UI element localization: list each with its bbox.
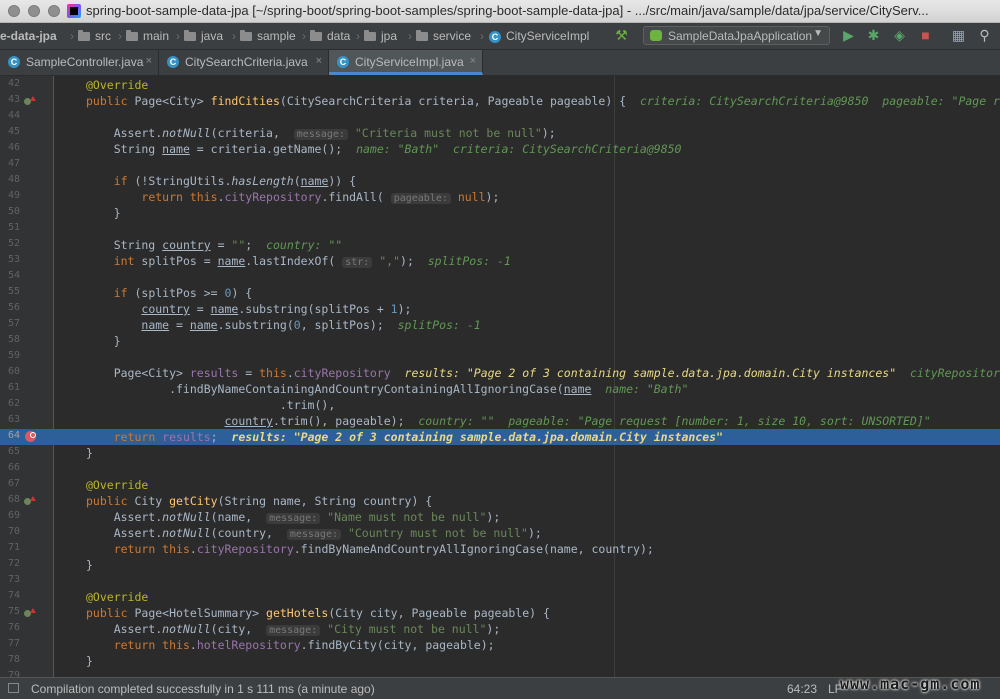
breadcrumb-separator: › bbox=[232, 29, 236, 43]
intellij-icon bbox=[67, 4, 81, 18]
code-line[interactable]: 75 public Page<HotelSummary> getHotels(C… bbox=[0, 605, 1000, 621]
code-line[interactable]: 72 } bbox=[0, 557, 1000, 573]
code-line[interactable]: 66 bbox=[0, 461, 1000, 477]
code-line[interactable]: 71 return this.cityRepository.findByName… bbox=[0, 541, 1000, 557]
code-line[interactable]: 74 @Override bbox=[0, 589, 1000, 605]
breadcrumb-separator: › bbox=[302, 29, 306, 43]
chevron-down-icon: ▼ bbox=[813, 28, 823, 39]
code-line[interactable]: 61 .findByNameContainingAndCountryContai… bbox=[0, 381, 1000, 397]
code-editor[interactable]: 42 @Override 43 public Page<City> findCi… bbox=[0, 76, 1000, 677]
zoom-window-button[interactable] bbox=[48, 5, 60, 17]
breadcrumb-separator: › bbox=[408, 29, 412, 43]
breadcrumb-separator: › bbox=[118, 29, 122, 43]
current-execution-line[interactable]: 64 return results; results: "Page 2 of 3… bbox=[0, 429, 1000, 445]
code-line[interactable]: 76 Assert.notNull(city, message: "City m… bbox=[0, 621, 1000, 637]
code-line[interactable]: 67 @Override bbox=[0, 477, 1000, 493]
editor-tabs: C SampleController.java × C CitySearchCr… bbox=[0, 50, 1000, 76]
close-window-button[interactable] bbox=[8, 5, 20, 17]
code-line[interactable]: 60 Page<City> results = this.cityReposit… bbox=[0, 365, 1000, 381]
code-line[interactable]: 77 return this.hotelRepository.findByCit… bbox=[0, 637, 1000, 653]
breadcrumb-service[interactable]: service bbox=[416, 29, 471, 43]
tab-sample-controller[interactable]: C SampleController.java × bbox=[0, 50, 159, 75]
code-line[interactable]: 73 bbox=[0, 573, 1000, 589]
tool-windows-icon[interactable] bbox=[8, 683, 19, 693]
navigation-bar: e-data-jpa › src › main › java › sample … bbox=[0, 23, 1000, 50]
close-tab-icon[interactable]: × bbox=[316, 55, 322, 67]
code-line[interactable]: 44 bbox=[0, 109, 1000, 125]
code-line[interactable]: 47 bbox=[0, 157, 1000, 173]
folder-icon bbox=[364, 30, 376, 41]
class-icon: C bbox=[489, 31, 501, 43]
watermark: www.mac-gm.com bbox=[840, 675, 981, 693]
code-line[interactable]: 78 } bbox=[0, 653, 1000, 669]
close-tab-icon[interactable]: × bbox=[470, 55, 476, 67]
stop-icon[interactable]: ■ bbox=[917, 27, 934, 44]
breadcrumb-separator: › bbox=[176, 29, 180, 43]
breadcrumb-jpa[interactable]: jpa bbox=[364, 29, 397, 43]
code-line[interactable]: 70 Assert.notNull(country, message: "Cou… bbox=[0, 525, 1000, 541]
run-configuration-select[interactable]: SampleDataJpaApplication ▼ bbox=[643, 26, 830, 45]
code-line[interactable]: 69 Assert.notNull(name, message: "Name m… bbox=[0, 509, 1000, 525]
search-icon[interactable]: ⚲ bbox=[976, 27, 993, 44]
breadcrumb-main[interactable]: main bbox=[126, 29, 169, 43]
title-bar: spring-boot-sample-data-jpa [~/spring-bo… bbox=[0, 0, 1000, 23]
code-line[interactable]: 50 } bbox=[0, 205, 1000, 221]
window-title: spring-boot-sample-data-jpa [~/spring-bo… bbox=[86, 3, 929, 18]
code-line[interactable]: 68 public City getCity(String name, Stri… bbox=[0, 493, 1000, 509]
debug-icon[interactable]: ✱ bbox=[865, 27, 882, 44]
breadcrumb-class[interactable]: C CityServiceImpl bbox=[489, 29, 589, 43]
run-icon[interactable]: ▶ bbox=[840, 27, 857, 44]
code-line[interactable]: 65 } bbox=[0, 445, 1000, 461]
code-line[interactable]: 51 bbox=[0, 221, 1000, 237]
status-message[interactable]: Compilation completed successfully in 1 … bbox=[31, 682, 375, 696]
breadcrumb-sample[interactable]: sample bbox=[240, 29, 296, 43]
spring-boot-icon bbox=[650, 30, 662, 41]
folder-icon bbox=[126, 30, 138, 41]
code-line[interactable]: 45 Assert.notNull(criteria, message: "Cr… bbox=[0, 125, 1000, 141]
folder-icon bbox=[184, 30, 196, 41]
class-icon: C bbox=[167, 56, 179, 68]
hammer-icon[interactable]: ⚒ bbox=[613, 27, 630, 44]
breadcrumb-separator: › bbox=[480, 29, 484, 43]
minimize-window-button[interactable] bbox=[28, 5, 40, 17]
tab-city-search-criteria[interactable]: C CitySearchCriteria.java × bbox=[159, 50, 329, 75]
folder-icon bbox=[416, 30, 428, 41]
code-line[interactable]: 62 .trim(), bbox=[0, 397, 1000, 413]
tab-city-service-impl[interactable]: C CityServiceImpl.java × bbox=[329, 50, 483, 75]
breadcrumb-separator: › bbox=[356, 29, 360, 43]
class-icon: C bbox=[337, 56, 349, 68]
code-line[interactable]: 55 if (splitPos >= 0) { bbox=[0, 285, 1000, 301]
caret-position[interactable]: 64:23 bbox=[787, 682, 817, 696]
project-structure-icon[interactable]: ▦ bbox=[950, 27, 967, 44]
coverage-icon[interactable]: ◈ bbox=[891, 27, 908, 44]
code-line[interactable]: 43 public Page<City> findCities(CitySear… bbox=[0, 93, 1000, 109]
breakpoint-icon[interactable] bbox=[25, 431, 36, 442]
code-line[interactable]: 52 String country = ""; country: "" bbox=[0, 237, 1000, 253]
breadcrumb-src[interactable]: src bbox=[78, 29, 111, 43]
code-line[interactable]: 54 bbox=[0, 269, 1000, 285]
implements-method-icon[interactable] bbox=[24, 496, 36, 506]
code-line[interactable]: 49 return this.cityRepository.findAll( p… bbox=[0, 189, 1000, 205]
code-line[interactable]: 63 country.trim(), pageable); country: "… bbox=[0, 413, 1000, 429]
folder-icon bbox=[78, 30, 90, 41]
breadcrumb-java[interactable]: java bbox=[184, 29, 223, 43]
folder-icon bbox=[310, 30, 322, 41]
folder-icon bbox=[240, 30, 252, 41]
code-line[interactable]: 53 int splitPos = name.lastIndexOf( str:… bbox=[0, 253, 1000, 269]
code-line[interactable]: 48 if (!StringUtils.hasLength(name)) { bbox=[0, 173, 1000, 189]
class-icon: C bbox=[8, 56, 20, 68]
code-line[interactable]: 56 country = name.substring(splitPos + 1… bbox=[0, 301, 1000, 317]
close-tab-icon[interactable]: × bbox=[146, 55, 152, 67]
code-line[interactable]: 58 } bbox=[0, 333, 1000, 349]
ide-window: spring-boot-sample-data-jpa [~/spring-bo… bbox=[0, 0, 1000, 699]
code-line[interactable]: 57 name = name.substring(0, splitPos); s… bbox=[0, 317, 1000, 333]
implements-method-icon[interactable] bbox=[24, 96, 36, 106]
code-line[interactable]: 59 bbox=[0, 349, 1000, 365]
code-line[interactable]: 42 @Override bbox=[0, 77, 1000, 93]
breadcrumb-data[interactable]: data bbox=[310, 29, 350, 43]
code-line[interactable]: 46 String name = criteria.getName(); nam… bbox=[0, 141, 1000, 157]
breadcrumb-separator: › bbox=[70, 29, 74, 43]
implements-method-icon[interactable] bbox=[24, 608, 36, 618]
breadcrumb-project[interactable]: e-data-jpa bbox=[0, 29, 57, 43]
